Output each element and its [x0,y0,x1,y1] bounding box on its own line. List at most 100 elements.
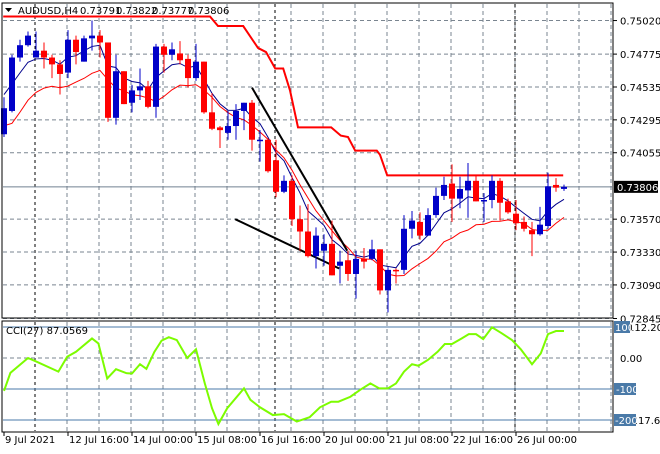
cci-level-label: -200 [615,416,638,427]
candle-bull [489,180,495,200]
candle-bear [121,71,127,105]
candle-bull [369,249,375,259]
candle-bear [185,58,191,79]
candle-bear [105,42,111,118]
candle-bull [457,189,463,199]
candle-bull [545,186,551,227]
triangle-down-icon[interactable] [5,8,12,12]
candle-bear [217,127,223,131]
candle-bull [153,46,159,107]
cci-level-label: -100 [616,385,639,396]
candle-bull [169,49,175,55]
candle-bull [225,126,231,133]
cci-level-label: 100 [615,323,634,334]
candle-bull [137,86,143,91]
price-label: 0.74295 [620,116,660,127]
candle-bear [505,201,511,213]
price-label: 0.74775 [620,50,660,61]
candle-bull [89,35,95,39]
time-label: 9 Jul 2021 [5,435,55,446]
candle-bull [65,39,71,73]
price-label: 0.73090 [620,281,660,292]
candle-bear [161,46,167,55]
candles [1,20,567,313]
candle-bull [561,186,567,189]
current-price-label: 0.73806 [617,183,658,194]
price-label: 0.74055 [620,149,660,160]
candle-bull [81,38,87,62]
candle-bull [353,258,359,274]
candle-bull [441,184,447,196]
candle-bear [345,260,351,274]
candle-bear [49,57,55,65]
cci-line [3,325,564,427]
candle-bull [25,35,31,46]
candle-bear [97,35,103,43]
candle-bull [113,71,119,118]
candle-bull [409,220,415,229]
candle-bear [553,184,559,188]
symbol-label: AUDUSD,H4 [18,6,78,17]
candle-bull [233,110,239,127]
main-pane-frame [1,2,614,319]
candle-bull [465,180,471,191]
candle-bear [209,112,215,129]
candle-bull [481,200,487,202]
candle-bear [473,180,479,202]
candle-bear [73,39,79,53]
moving-average-slow [3,69,565,277]
candle-bull [337,261,343,266]
time-label: 15 Jul 08:00 [197,435,257,446]
candle-bear [521,221,527,229]
candle-bull [401,228,407,270]
candle-bear [273,160,279,192]
candle-bull [313,235,319,257]
time-label: 14 Jul 00:00 [133,435,193,446]
candle-bull [425,215,431,236]
price-label: 0.73570 [620,215,660,226]
candle-bull [433,195,439,216]
candle-bear [513,213,519,224]
candle-bear [305,231,311,257]
candle-bear [497,180,503,203]
time-label: 16 Jul 16:00 [261,435,321,446]
candle-bear [329,243,335,276]
candle-bull [33,50,39,58]
candle-bull [241,102,247,111]
candle-bull [321,243,327,251]
candle-bull [129,90,135,103]
trading-chart[interactable]: 0.75020 0.74775 0.74535 0.74295 0.74055 0.735… [0,0,660,450]
candle-bear [177,53,183,61]
candle-bull [9,57,15,111]
indicator-overlays [3,15,565,277]
price-label: 0.74535 [620,83,660,94]
candle-bull [193,61,199,79]
candle-bear [249,102,255,140]
candle-bull [537,224,543,235]
price-label: 0.73330 [620,248,660,259]
candle-bear [57,64,63,74]
candle-bear [41,50,47,58]
candle-bull [257,139,263,142]
moving-average-fast [3,44,565,269]
candle-bear [361,258,367,262]
cci-title: CCI(27) 87.0569 [6,326,88,337]
candle-bear [393,269,399,272]
candle-bear [529,230,535,235]
time-label: 20 Jul 00:00 [325,435,385,446]
resistance-line [3,15,564,177]
candle-bear [265,139,271,172]
time-label: 22 Jul 16:00 [453,435,513,446]
price-label: 0.75020 [620,17,660,28]
candle-bear [449,183,455,199]
cci-pane-frame [1,320,614,433]
cci-level-label: 0.00 [620,354,642,365]
candle-bull [281,180,287,192]
candle-bear [289,180,295,220]
ohlc-close: 0.73806 [188,6,229,17]
candle-bear [297,219,303,232]
time-label: 12 Jul 16:00 [69,435,129,446]
time-label: 21 Jul 08:00 [389,435,449,446]
candle-bear [201,61,207,113]
candle-bull [17,45,23,58]
